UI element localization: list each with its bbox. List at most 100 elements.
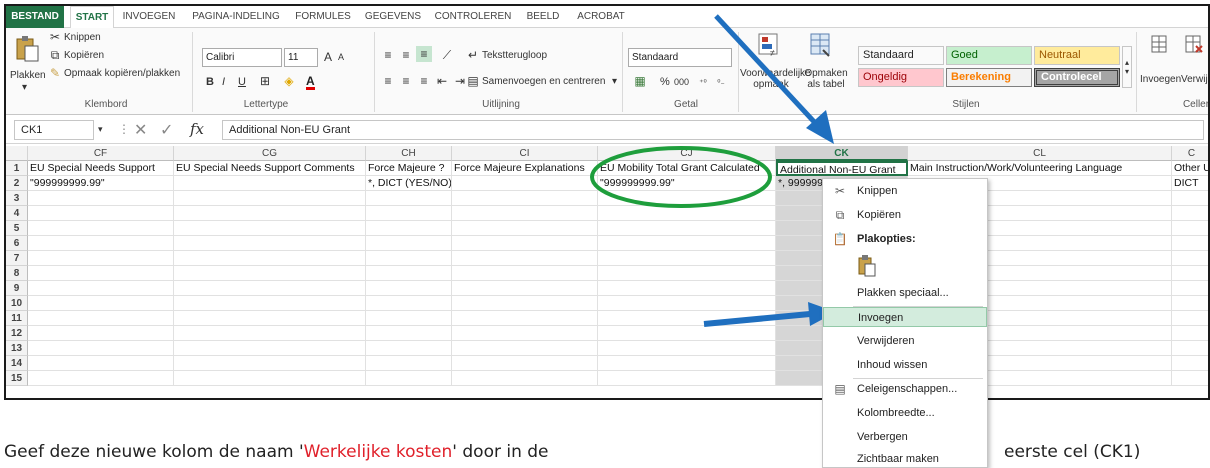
grid-cell[interactable] — [452, 176, 598, 191]
grid-cell[interactable] — [28, 326, 174, 341]
grid-cell[interactable] — [174, 236, 366, 251]
menu-item-cut[interactable]: ✂ Knippen — [823, 181, 987, 201]
menu-item-paste-special[interactable]: Plakken speciaal... — [823, 283, 987, 303]
grid-cell[interactable] — [452, 251, 598, 266]
align-middle-icon[interactable]: ≡ — [398, 48, 414, 62]
style-standaard[interactable]: Standaard — [858, 46, 944, 65]
menu-item-format-cells[interactable]: ▤ Celeigenschappen... — [823, 379, 987, 399]
grid-cell[interactable] — [28, 281, 174, 296]
style-controlecel[interactable]: Controlecel — [1034, 68, 1120, 87]
select-all-corner[interactable] — [6, 146, 28, 161]
row-header[interactable]: 13 — [6, 341, 28, 356]
grid-cell[interactable] — [174, 221, 366, 236]
grid-cell[interactable] — [452, 221, 598, 236]
tab-start[interactable]: START — [70, 6, 114, 29]
row-header[interactable]: 4 — [6, 206, 28, 221]
grid-cell[interactable] — [598, 356, 776, 371]
menu-item-hide[interactable]: Verbergen — [823, 427, 987, 447]
grid-cell[interactable] — [28, 371, 174, 386]
grid-cell[interactable] — [598, 281, 776, 296]
grid-cell[interactable] — [174, 251, 366, 266]
delete-cells-icon[interactable] — [1182, 32, 1206, 58]
grid-cell[interactable] — [452, 341, 598, 356]
grid-cell[interactable] — [366, 191, 452, 206]
grid-cell[interactable] — [1172, 191, 1208, 206]
grid-cell[interactable] — [1172, 311, 1208, 326]
grid-cell[interactable] — [1172, 296, 1208, 311]
wrap-text-button[interactable]: Tekstterugloop — [482, 50, 547, 61]
grid-cell[interactable] — [366, 311, 452, 326]
grid-cell[interactable] — [452, 281, 598, 296]
grid-cell[interactable] — [28, 236, 174, 251]
grid-cell[interactable] — [366, 251, 452, 266]
row-header[interactable]: 15 — [6, 371, 28, 386]
grid-cell[interactable] — [366, 236, 452, 251]
cut-button[interactable]: Knippen — [64, 32, 101, 43]
merge-center-button[interactable]: Samenvoegen en centreren — [482, 76, 605, 87]
menu-item-copy[interactable]: ⧉ Kopiëren — [823, 205, 987, 225]
name-box[interactable]: CK1 — [14, 120, 94, 140]
shrink-font-button[interactable]: A — [338, 52, 344, 62]
grid-cell[interactable] — [28, 266, 174, 281]
grid-cell[interactable] — [174, 341, 366, 356]
format-painter-button[interactable]: Opmaak kopiëren/plakken — [64, 68, 180, 79]
grid-cell[interactable] — [174, 281, 366, 296]
row-header[interactable]: 10 — [6, 296, 28, 311]
confirm-icon[interactable]: ✓ — [160, 120, 173, 140]
grid-cell[interactable]: EU Special Needs Support — [28, 161, 174, 176]
grow-font-button[interactable]: A — [324, 50, 332, 64]
grid-cell[interactable] — [1172, 221, 1208, 236]
grid-cell[interactable] — [28, 206, 174, 221]
grid-cell[interactable] — [452, 326, 598, 341]
paste-option-icon[interactable] — [855, 253, 879, 279]
grid-cell[interactable] — [366, 206, 452, 221]
row-header[interactable]: 12 — [6, 326, 28, 341]
grid-cell[interactable] — [452, 356, 598, 371]
grid-cell[interactable] — [452, 311, 598, 326]
grid-cell[interactable] — [174, 206, 366, 221]
grid-cell[interactable]: Force Majeure ? — [366, 161, 452, 176]
function-icon[interactable]: fx — [190, 120, 204, 138]
grid-cell[interactable] — [174, 176, 366, 191]
grid-cell[interactable] — [174, 326, 366, 341]
grid-cell[interactable] — [452, 236, 598, 251]
align-top-icon[interactable]: ≡ — [380, 48, 396, 62]
align-bottom-icon[interactable]: ≡ — [416, 46, 432, 62]
column-header-next[interactable]: C — [1172, 146, 1208, 161]
grid-cell[interactable] — [452, 266, 598, 281]
column-header-cg[interactable]: CG — [174, 146, 366, 161]
grid-cell[interactable] — [28, 356, 174, 371]
grid-cell[interactable]: Additional Non-EU Grant — [776, 161, 908, 176]
grid-cell[interactable] — [452, 206, 598, 221]
currency-icon[interactable]: ▦ — [630, 74, 650, 88]
column-header-ci[interactable]: CI — [452, 146, 598, 161]
underline-button[interactable]: U — [238, 76, 246, 88]
delete-cells-button[interactable]: Verwijde — [1181, 74, 1208, 85]
grid-cell[interactable] — [28, 191, 174, 206]
row-header[interactable]: 5 — [6, 221, 28, 236]
grid-cell[interactable] — [174, 296, 366, 311]
tab-acrobat[interactable]: ACROBAT — [570, 6, 632, 28]
tab-pagina-indeling[interactable]: PAGINA-INDELING — [186, 6, 286, 28]
paste-dropdown-icon[interactable]: ▾ — [22, 82, 27, 93]
tab-controleren[interactable]: CONTROLEREN — [430, 6, 516, 28]
grid-cell[interactable] — [366, 341, 452, 356]
font-size-select[interactable]: 11 — [284, 48, 318, 67]
percent-button[interactable]: % — [660, 76, 670, 88]
grid-cell[interactable]: Force Majeure Explanations — [452, 161, 598, 176]
grid-cell[interactable] — [1172, 326, 1208, 341]
tab-gegevens[interactable]: GEGEVENS — [360, 6, 426, 28]
grid-cell[interactable] — [1172, 281, 1208, 296]
style-neutraal[interactable]: Neutraal — [1034, 46, 1120, 65]
row-header[interactable]: 8 — [6, 266, 28, 281]
tab-formules[interactable]: FORMULES — [290, 6, 356, 28]
insert-cells-icon[interactable] — [1148, 32, 1172, 58]
insert-cells-button[interactable]: Invoegen — [1140, 74, 1181, 85]
grid-cell[interactable] — [1172, 251, 1208, 266]
grid-cell[interactable] — [174, 191, 366, 206]
grid-cell[interactable] — [366, 221, 452, 236]
tab-beeld[interactable]: BEELD — [520, 6, 566, 28]
grid-cell[interactable] — [366, 326, 452, 341]
align-left-icon[interactable]: ≡ — [380, 74, 396, 88]
column-header-cl[interactable]: CL — [908, 146, 1172, 161]
